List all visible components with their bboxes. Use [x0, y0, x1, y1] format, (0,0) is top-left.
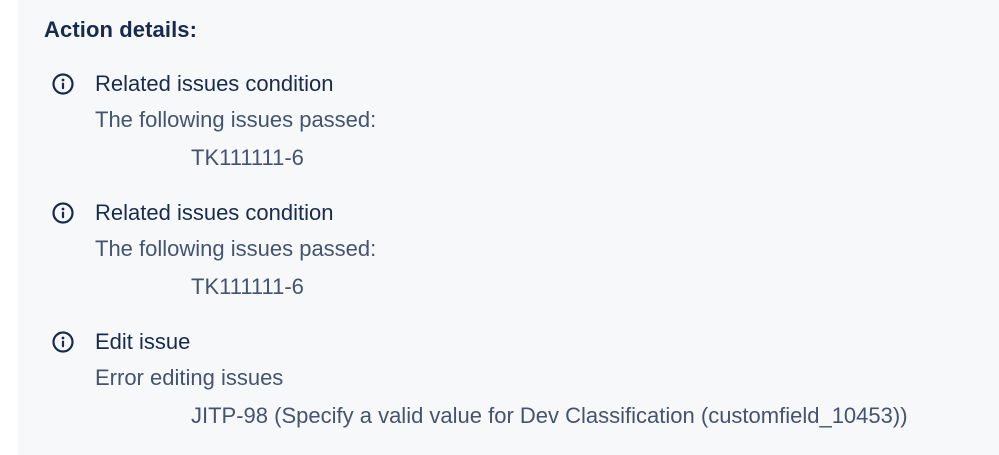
action-item-detail: TK111111-6 — [191, 274, 304, 299]
action-details-heading: Action details: — [44, 17, 198, 42]
action-item-title: Edit issue — [95, 329, 191, 354]
action-item-detail: TK111111-6 — [191, 145, 304, 170]
action-item-title: Related issues condition — [95, 200, 334, 225]
action-item-detail: JITP-98 (Specify a valid value for Dev C… — [191, 403, 908, 428]
action-item-description: The following issues passed: — [95, 107, 377, 132]
info-icon — [51, 330, 75, 354]
info-icon — [51, 72, 75, 96]
action-item-description: The following issues passed: — [95, 236, 377, 261]
action-item-description: Error editing issues — [95, 365, 284, 390]
action-item-title: Related issues condition — [95, 71, 334, 96]
action-details-panel: Action details: Related issues condition… — [18, 0, 999, 455]
info-icon — [51, 201, 75, 225]
